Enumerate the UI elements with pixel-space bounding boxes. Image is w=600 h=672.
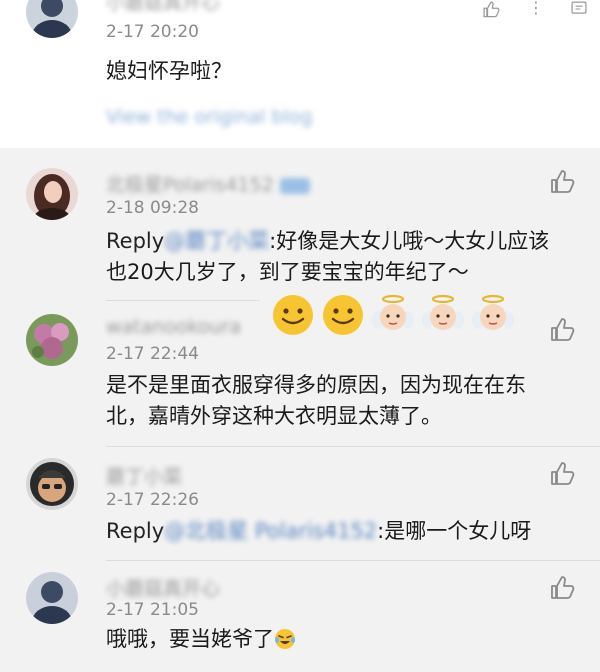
comment-text: Reply@北极星 Polaris4152:是哪一个女儿呀 [106,516,566,547]
top-action-icons: ⋮ [478,0,590,20]
author-name[interactable]: 小蘑菇真开心 [106,574,220,601]
slightly-smiling-face-icon [270,292,316,338]
thumbs-up-icon[interactable] [549,460,575,486]
author-name[interactable]: 蘑丁小菜 [106,462,182,489]
baby-angel-icon [420,292,466,338]
mention-link[interactable]: @北极星 Polaris4152 [164,516,377,547]
author-name[interactable]: watanookoura [106,316,241,338]
view-original-link[interactable]: View the original blog [106,106,312,128]
comment-text: Reply@蘑丁小菜:好像是大女儿哦～大女儿应该也20大几岁了，到了要宝宝的年纪… [106,226,566,288]
timestamp: 2-17 22:44 [106,344,199,364]
reply-text: :是哪一个女儿呀 [377,519,532,543]
weibo-comments-screen: 小蘑菇真开心 2-17 20:20 媳妇怀孕啦？ View the origin… [0,0,600,672]
avatar[interactable] [26,0,78,38]
more-icon[interactable]: ⋮ [528,0,544,16]
timestamp: 2-18 09:28 [106,198,199,218]
original-comment: 小蘑菇真开心 2-17 20:20 媳妇怀孕啦？ View the origin… [0,0,600,148]
comment-text: 哦哦，要当姥爷了 [106,624,566,655]
share-icon[interactable] [568,0,590,21]
avatar[interactable] [26,458,78,510]
timestamp: 2-17 20:20 [106,22,199,42]
slightly-smiling-face-icon [320,292,366,338]
avatar[interactable] [26,168,78,220]
avatar[interactable] [26,314,78,366]
author-name[interactable]: 小蘑菇真开心 [106,0,220,15]
divider [106,560,600,561]
divider [106,300,260,301]
thumbs-up-icon[interactable] [549,574,575,600]
member-badge [279,177,310,194]
timestamp: 2-17 21:05 [106,600,199,620]
laughing-tears-icon [274,628,296,650]
thumbs-up-icon[interactable] [549,168,575,194]
timestamp: 2-17 22:26 [106,490,199,510]
author-name[interactable]: 北极星Polaris4152 [106,170,310,197]
author-name-text[interactable]: 北极星Polaris4152 [106,174,274,196]
avatar[interactable] [26,572,78,624]
comment-text: 是不是里面衣服穿得多的原因，因为现在在东北，嘉晴外穿这种大衣明显太薄了。 [106,373,526,428]
reply-prefix: Reply [106,519,165,543]
comment-text: 媳妇怀孕啦？ [106,59,232,83]
comment-text-content: 哦哦，要当姥爷了 [106,627,274,651]
mention-link[interactable]: @蘑丁小菜 [164,226,269,257]
reply-prefix: Reply [106,229,165,253]
thumbs-up-icon[interactable] [478,0,504,21]
baby-angel-icon [370,292,416,338]
divider [106,446,600,447]
baby-angel-icon [470,292,516,338]
emoji-row [270,292,516,338]
thumbs-up-icon[interactable] [549,316,575,342]
